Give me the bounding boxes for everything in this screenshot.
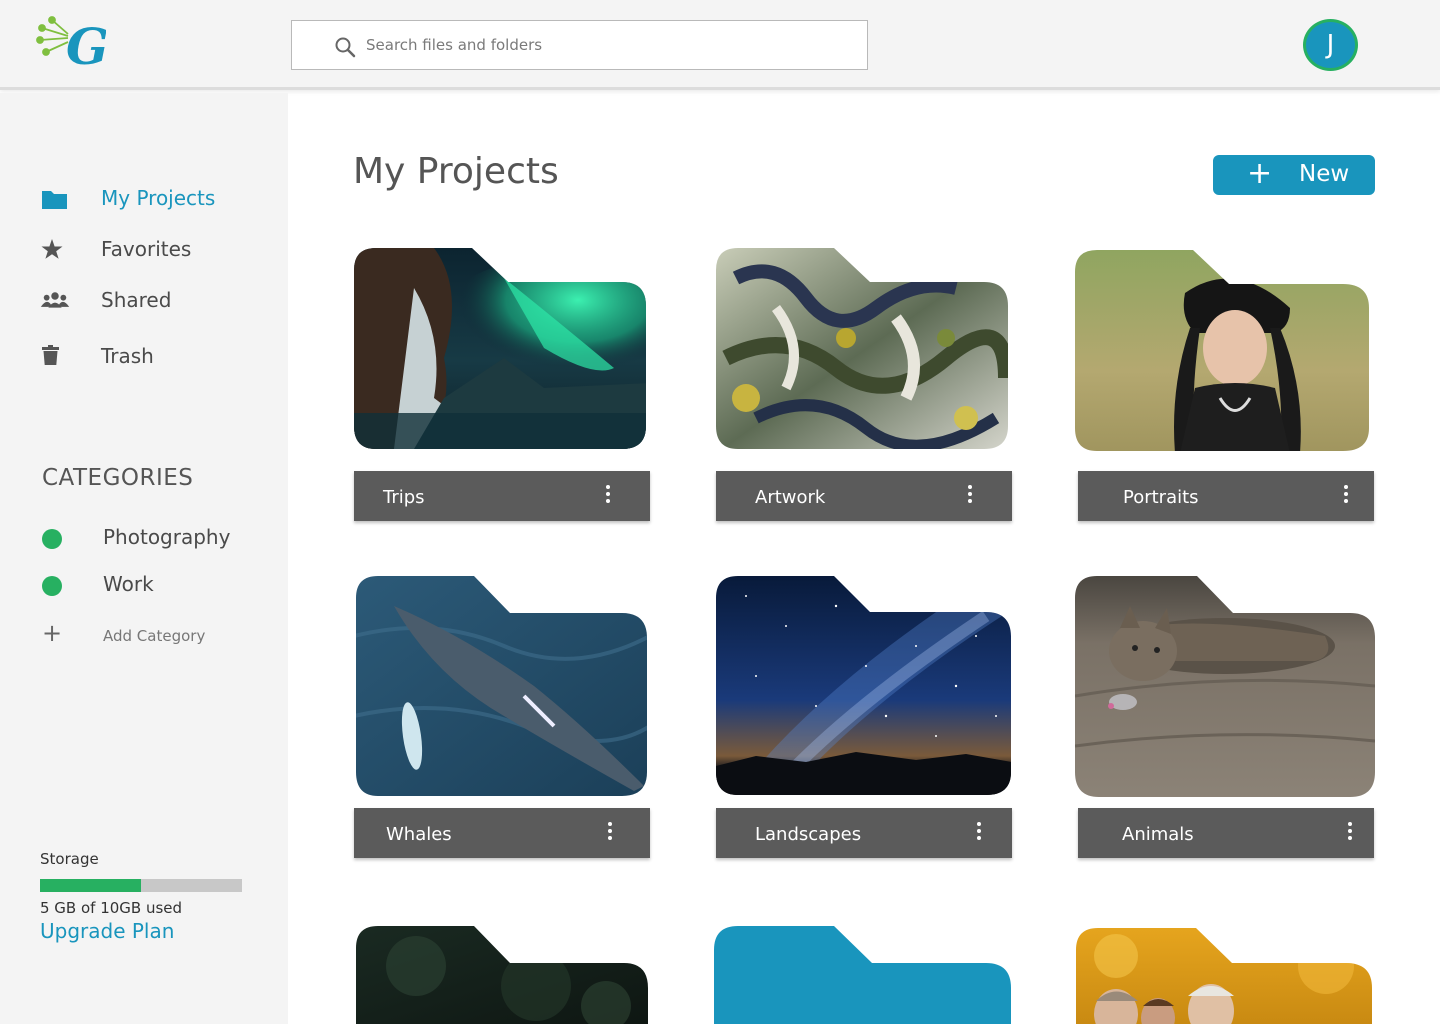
folder-label-bar[interactable]: Animals [1078, 808, 1374, 858]
user-avatar[interactable]: J [1303, 19, 1358, 71]
storage-used-text: 5 GB of 10GB used [40, 899, 183, 917]
category-label: Work [103, 572, 154, 596]
folder-name: Portraits [1123, 487, 1199, 508]
add-category-button[interactable]: + Add Category [0, 621, 288, 649]
storage-label: Storage [40, 850, 99, 868]
folder-name: Artwork [755, 487, 826, 508]
sidebar: My Projects Favorites Shared Trash CATEG… [0, 93, 288, 1024]
sidebar-item-label: My Projects [101, 186, 216, 210]
sidebar-item-label: Shared [101, 288, 172, 312]
sidebar-item-shared[interactable]: Shared [0, 285, 288, 317]
storage-progress-bar [40, 879, 242, 892]
folder-thumbnail[interactable] [354, 576, 650, 801]
storage-progress-fill [40, 879, 141, 892]
category-item-photography[interactable]: Photography [0, 523, 288, 553]
new-button[interactable]: + New [1213, 155, 1375, 195]
more-vertical-icon[interactable] [966, 485, 974, 507]
sidebar-item-my-projects[interactable]: My Projects [0, 183, 288, 215]
sidebar-item-label: Trash [101, 344, 154, 368]
more-vertical-icon[interactable] [604, 485, 612, 507]
folder-thumbnail[interactable] [716, 576, 1012, 801]
folder-label-bar[interactable]: Whales [354, 808, 650, 858]
star-icon [41, 239, 63, 259]
upgrade-plan-link[interactable]: Upgrade Plan [40, 919, 174, 943]
more-vertical-icon[interactable] [975, 822, 983, 844]
folder-label-bar[interactable]: Portraits [1078, 471, 1374, 521]
plus-icon: + [1247, 156, 1273, 191]
plus-icon: + [42, 619, 63, 647]
folder-name: Animals [1122, 824, 1194, 845]
folder-name: Whales [386, 824, 452, 845]
category-color-dot [42, 529, 62, 549]
trash-icon [42, 345, 59, 365]
sidebar-item-label: Favorites [101, 237, 192, 261]
sidebar-item-trash[interactable]: Trash [0, 341, 288, 373]
folder-icon [42, 191, 67, 209]
folder-thumbnail[interactable] [714, 926, 1012, 1024]
search-icon [335, 37, 356, 58]
sidebar-item-favorites[interactable]: Favorites [0, 234, 288, 266]
top-bar: G J [0, 0, 1440, 90]
more-vertical-icon[interactable] [1342, 485, 1350, 507]
folder-label-bar[interactable]: Trips [354, 471, 650, 521]
folder-name: Trips [383, 487, 425, 508]
folder-thumbnail[interactable] [1075, 248, 1371, 453]
add-category-label: Add Category [103, 627, 206, 645]
folder-thumbnail[interactable] [354, 248, 650, 453]
search-box[interactable] [291, 20, 868, 70]
category-label: Photography [103, 525, 231, 549]
folder-name: Landscapes [755, 824, 862, 845]
folder-thumbnail[interactable] [1075, 576, 1375, 801]
svg-text:G: G [66, 17, 106, 76]
search-input[interactable] [366, 21, 846, 69]
folder-label-bar[interactable]: Landscapes [716, 808, 1012, 858]
categories-heading: CATEGORIES [42, 465, 194, 491]
folder-thumbnail[interactable] [716, 248, 1012, 453]
users-icon [40, 292, 70, 308]
folder-thumbnail[interactable] [356, 926, 652, 1024]
more-vertical-icon[interactable] [1346, 822, 1354, 844]
folder-thumbnail[interactable] [1076, 926, 1374, 1024]
category-color-dot [42, 576, 62, 596]
category-item-work[interactable]: Work [0, 570, 288, 600]
gliffy-g-logo-icon[interactable]: G [36, 14, 106, 78]
folder-label-bar[interactable]: Artwork [716, 471, 1012, 521]
new-button-label: New [1299, 161, 1350, 187]
more-vertical-icon[interactable] [606, 822, 614, 844]
page-title: My Projects [353, 151, 559, 192]
